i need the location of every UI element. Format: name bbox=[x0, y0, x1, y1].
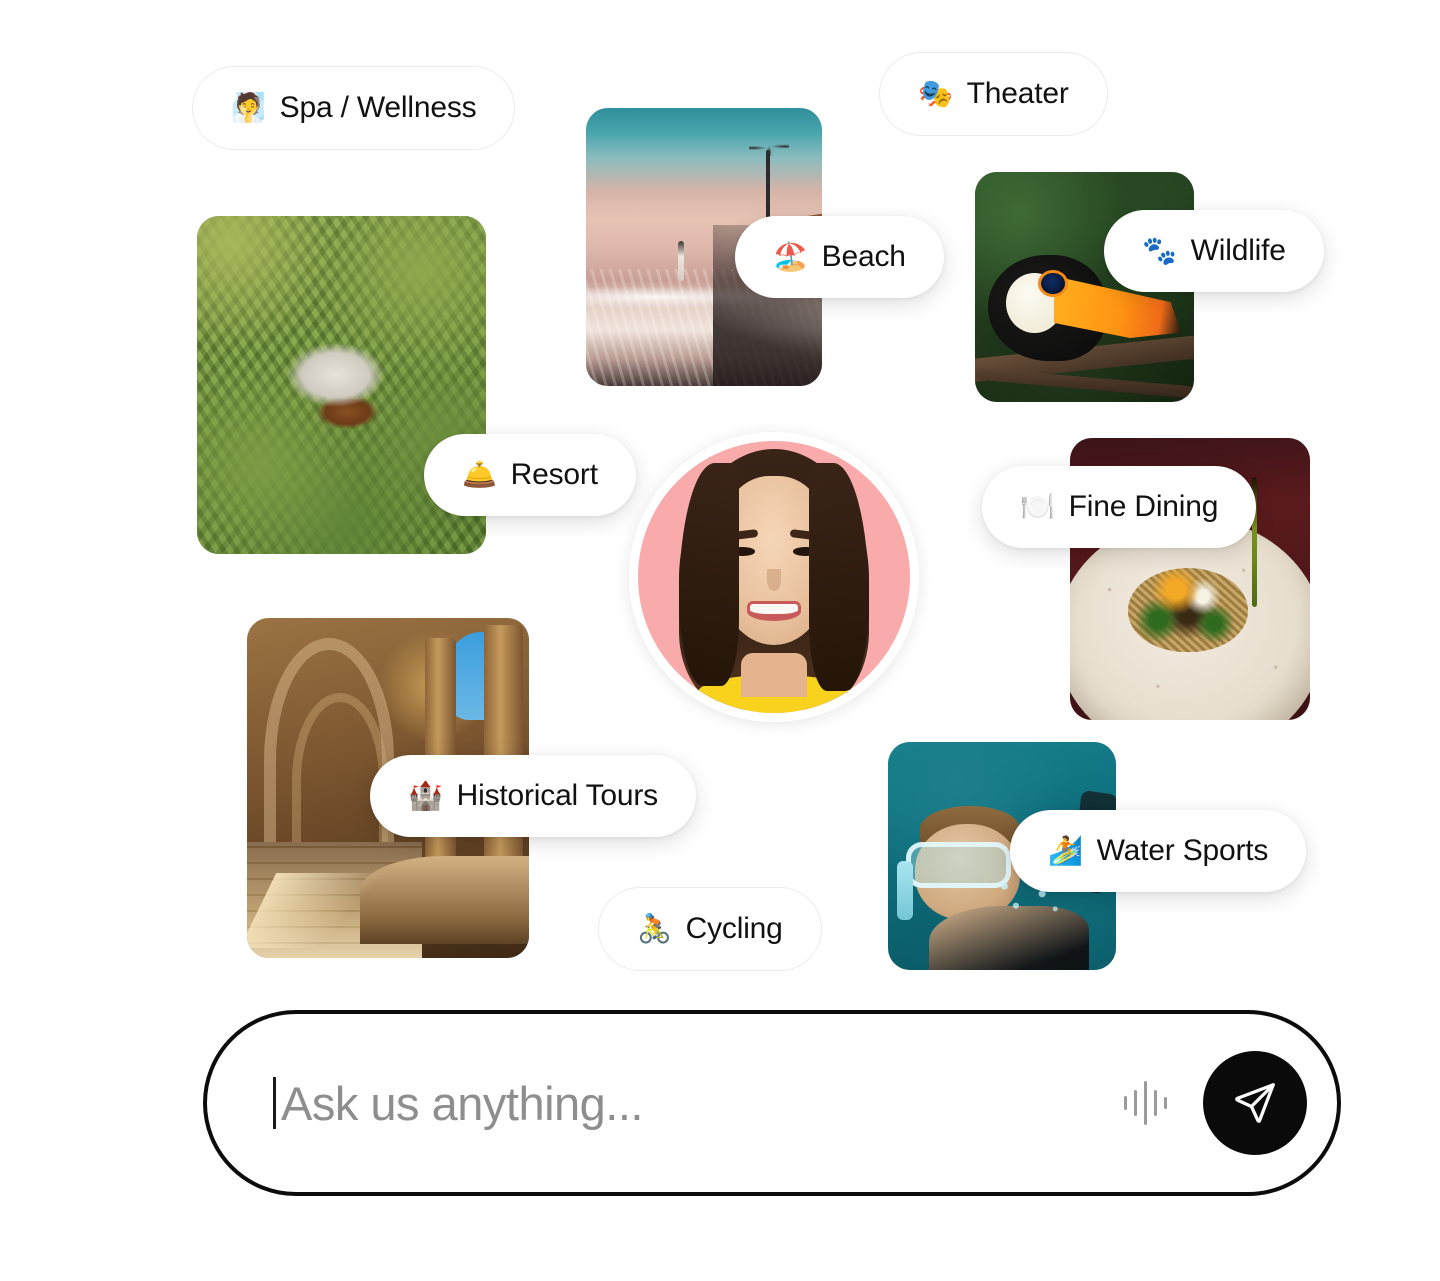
chip-fine-dining[interactable]: 🍽️ Fine Dining bbox=[982, 466, 1257, 548]
beach-walker bbox=[678, 241, 685, 282]
chip-theater-label: Theater bbox=[966, 77, 1069, 110]
cyclist-emoji: 🚴 bbox=[637, 913, 672, 944]
chip-beach[interactable]: 🏖️ Beach bbox=[735, 216, 944, 298]
snorkel-tube bbox=[897, 860, 914, 920]
person-in-steamy-room-emoji: 🧖 bbox=[231, 92, 266, 123]
paw-prints-emoji: 🐾 bbox=[1142, 235, 1177, 266]
toucan-eye bbox=[1040, 273, 1065, 294]
avatar-photo bbox=[638, 441, 910, 713]
chip-spa-wellness-label: Spa / Wellness bbox=[279, 91, 477, 124]
composer-bar[interactable]: Ask us anything... bbox=[203, 1010, 1341, 1196]
fork-and-knife-with-plate-emoji: 🍽️ bbox=[1020, 491, 1055, 522]
avatar-neck bbox=[741, 653, 807, 697]
beach-with-umbrella-emoji: 🏖️ bbox=[773, 241, 808, 272]
paper-plane-icon bbox=[1235, 1083, 1275, 1123]
chip-historical-tours-label: Historical Tours bbox=[456, 779, 659, 812]
avatar-hair-strand-left bbox=[678, 462, 739, 686]
performing-arts-emoji: 🎭 bbox=[918, 78, 953, 109]
chip-water-sports-label: Water Sports bbox=[1096, 834, 1269, 867]
chip-water-sports[interactable]: 🏄 Water Sports bbox=[1010, 810, 1307, 892]
plated-dish bbox=[1127, 567, 1248, 653]
branch-lower bbox=[975, 367, 1194, 398]
chip-wildlife-label: Wildlife bbox=[1190, 234, 1286, 267]
chip-fine-dining-label: Fine Dining bbox=[1068, 490, 1219, 523]
chip-cycling[interactable]: 🚴 Cycling bbox=[598, 887, 822, 971]
waveform-icon[interactable] bbox=[1124, 1079, 1167, 1127]
interest-picker-canvas: 🧖 Spa / Wellness 🎭 Theater 🏖️ Beach 🐾 Wi… bbox=[0, 0, 1440, 1281]
avatar-mouth bbox=[746, 601, 802, 621]
avatar-teeth bbox=[750, 603, 798, 614]
chip-wildlife[interactable]: 🐾 Wildlife bbox=[1104, 210, 1324, 292]
chip-spa-wellness[interactable]: 🧖 Spa / Wellness bbox=[192, 66, 516, 150]
avatar-nose bbox=[767, 568, 781, 591]
search-input[interactable]: Ask us anything... bbox=[281, 1080, 1124, 1127]
chip-cycling-label: Cycling bbox=[685, 912, 783, 945]
assistant-avatar[interactable] bbox=[629, 432, 919, 722]
surfer-emoji: 🏄 bbox=[1048, 835, 1083, 866]
bellhop-bell-emoji: 🛎️ bbox=[462, 459, 497, 490]
text-caret bbox=[273, 1077, 276, 1129]
send-button[interactable] bbox=[1203, 1051, 1307, 1155]
chip-resort-label: Resort bbox=[510, 458, 598, 491]
chip-beach-label: Beach bbox=[821, 240, 906, 273]
chip-resort[interactable]: 🛎️ Resort bbox=[424, 434, 636, 516]
chip-theater[interactable]: 🎭 Theater bbox=[879, 52, 1108, 136]
avatar-hair-strand-right bbox=[809, 462, 870, 692]
chip-historical-tours[interactable]: 🏰 Historical Tours bbox=[370, 755, 696, 837]
castle-emoji: 🏰 bbox=[408, 780, 443, 811]
